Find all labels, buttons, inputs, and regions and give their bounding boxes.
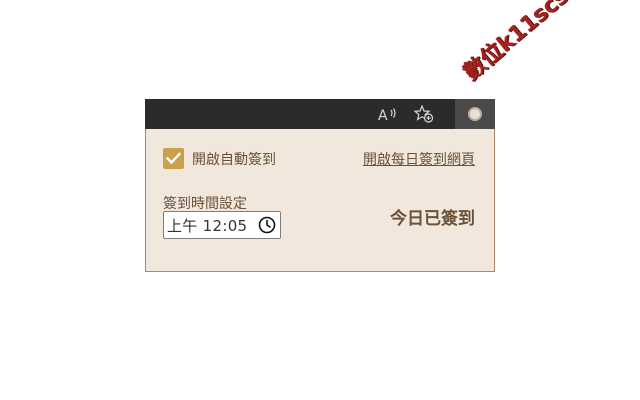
open-daily-checkin-link[interactable]: 開啟每日簽到網頁 (363, 149, 475, 169)
screen: A 開啟自動簽到 開啟每日簽到網頁 簽到時間設定 上午 12:05 今日已簽到 … (0, 0, 640, 400)
read-aloud-button[interactable]: A (373, 99, 403, 129)
add-favorite-button[interactable] (409, 99, 439, 129)
browser-toolbar: A (145, 99, 495, 129)
checkin-status: 今日已簽到 (390, 209, 475, 229)
svg-text:A: A (378, 108, 388, 122)
read-aloud-icon: A (378, 108, 396, 122)
time-setting-label: 簽到時間設定 (163, 196, 247, 212)
auto-checkin-label: 開啟自動簽到 (192, 151, 276, 168)
add-favorite-icon (414, 105, 434, 123)
checkmark-icon (166, 152, 181, 165)
watermark: 數位k11scs66 (458, 0, 597, 86)
extension-button[interactable] (455, 99, 495, 129)
auto-checkin-row[interactable]: 開啟自動簽到 (163, 148, 276, 169)
clock-icon[interactable] (258, 216, 276, 234)
extension-icon (468, 107, 482, 121)
checkin-popup: 開啟自動簽到 開啟每日簽到網頁 簽到時間設定 上午 12:05 今日已簽到 (145, 129, 495, 272)
auto-checkin-checkbox[interactable] (163, 148, 184, 169)
checkin-time-input[interactable]: 上午 12:05 (163, 211, 281, 239)
time-value: 上午 12:05 (167, 216, 248, 235)
